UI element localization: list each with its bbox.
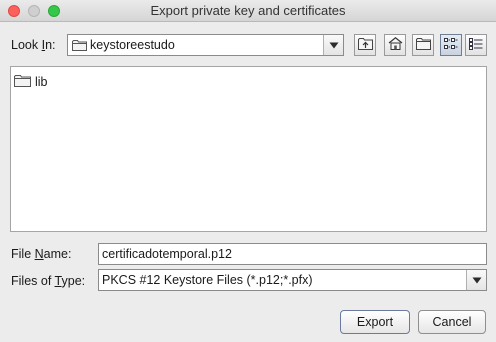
folder-icon — [72, 39, 87, 54]
look-in-value: keystoreestudo — [90, 38, 175, 52]
details-view-icon — [469, 37, 483, 53]
list-item[interactable]: lib — [14, 74, 48, 90]
file-name: lib — [35, 75, 48, 89]
file-name-label: File Name: — [11, 247, 72, 261]
list-view-button[interactable] — [440, 34, 462, 56]
file-name-field[interactable] — [98, 243, 487, 265]
title-bar: Export private key and certificates — [0, 0, 496, 22]
look-in-combo[interactable]: keystoreestudo — [67, 34, 344, 56]
new-folder-button[interactable] — [412, 34, 434, 56]
files-of-type-value: PKCS #12 Keystore Files (*.p12;*.pfx) — [102, 273, 313, 287]
files-of-type-label: Files of Type: — [11, 274, 86, 288]
files-of-type-combo[interactable]: PKCS #12 Keystore Files (*.p12;*.pfx) — [98, 269, 487, 291]
up-one-level-button[interactable] — [354, 34, 376, 56]
look-in-label: Look In: — [11, 38, 56, 52]
chevron-down-icon[interactable] — [323, 35, 343, 55]
details-view-button[interactable] — [465, 34, 487, 56]
new-folder-icon — [415, 37, 431, 53]
home-button[interactable] — [384, 34, 406, 56]
file-list[interactable]: lib — [10, 66, 487, 232]
list-view-icon — [444, 37, 458, 53]
up-folder-icon — [357, 37, 373, 53]
export-button[interactable]: Export — [340, 310, 410, 334]
home-icon — [388, 37, 403, 53]
chevron-down-icon[interactable] — [466, 270, 486, 290]
window-title: Export private key and certificates — [150, 3, 346, 18]
file-name-input[interactable] — [99, 244, 486, 264]
folder-icon — [14, 74, 31, 90]
cancel-button[interactable]: Cancel — [418, 310, 486, 334]
